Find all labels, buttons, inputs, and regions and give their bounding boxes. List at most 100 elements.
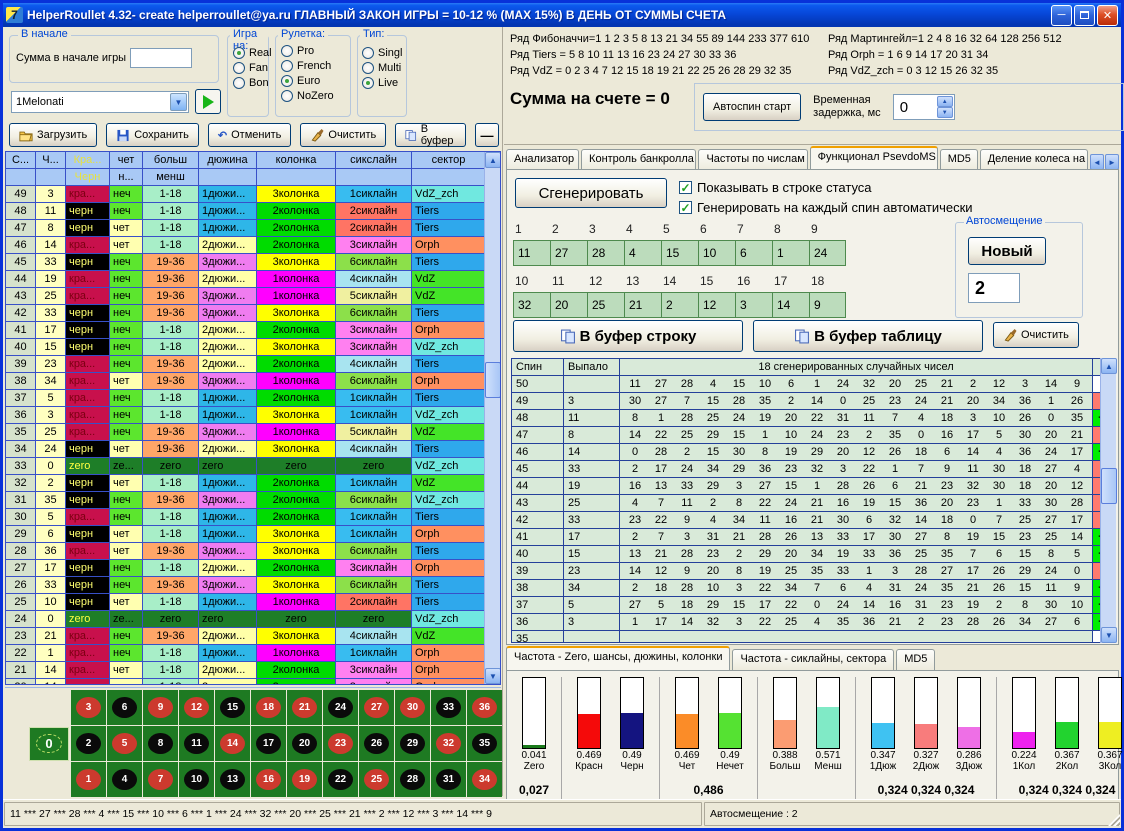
board-cell-20[interactable]: 20	[287, 726, 322, 761]
board-cell-10[interactable]: 10	[179, 762, 214, 797]
buffer-table-button[interactable]: В буфер таблицу	[753, 320, 983, 352]
radio-roulette-euro[interactable]: Euro	[281, 75, 334, 87]
board-cell-16[interactable]: 16	[251, 762, 286, 797]
spin-scroll-thumb[interactable]	[1101, 468, 1117, 504]
scroll-down-icon[interactable]: ▼	[1101, 627, 1117, 643]
parity-cell: неч	[110, 254, 143, 271]
spinner-down-icon[interactable]: ▼	[937, 107, 953, 118]
play-button[interactable]	[195, 89, 221, 114]
board-cell-22[interactable]: 22	[323, 762, 358, 797]
column-cell: 1колонка	[257, 373, 336, 390]
preset-combo[interactable]: 1Melonati ▼	[11, 91, 189, 113]
radio-roulette-nozero[interactable]: NoZero	[281, 90, 334, 102]
freq-tab-частота-zero-шансы-дюжины-колонки[interactable]: Частота - Zero, шансы, дюжины, колонки	[506, 646, 730, 670]
minimize-button[interactable]: ─	[1051, 5, 1072, 26]
board-cell-32[interactable]: 32	[431, 726, 466, 761]
board-cell-36[interactable]: 36	[467, 690, 502, 725]
board-cell-9[interactable]: 9	[143, 690, 178, 725]
board-cell-18[interactable]: 18	[251, 690, 286, 725]
combo-dropdown-icon[interactable]: ▼	[170, 93, 187, 111]
load-button[interactable]: Загрузить	[9, 123, 97, 147]
generate-button[interactable]: Сгенерировать	[515, 178, 667, 208]
board-cell-3[interactable]: 3	[71, 690, 106, 725]
spin-table-scrollbar[interactable]: ▲ ▼	[1100, 358, 1116, 643]
radio-game-on-real[interactable]: Real	[233, 47, 272, 59]
board-cell-34[interactable]: 34	[467, 762, 502, 797]
board-cell-zero[interactable]: 0	[29, 727, 69, 761]
board-cell-24[interactable]: 24	[323, 690, 358, 725]
board-cell-31[interactable]: 31	[431, 762, 466, 797]
history-scroll-thumb[interactable]	[485, 362, 501, 398]
roulette-label: Рулетка:	[278, 28, 328, 40]
board-cell-7[interactable]: 7	[143, 762, 178, 797]
buffer-button[interactable]: В буфер	[395, 123, 466, 147]
autoshift-value-input[interactable]: 2	[968, 273, 1020, 303]
range-cell: 19-36	[143, 356, 199, 373]
board-cell-5[interactable]: 5	[107, 726, 142, 761]
board-cell-17[interactable]: 17	[251, 726, 286, 761]
radio-roulette-pro[interactable]: Pro	[281, 45, 334, 57]
history-scrollbar[interactable]: ▲ ▼	[484, 152, 500, 684]
autospin-button[interactable]: Автоспин старт	[703, 93, 801, 121]
board-cell-33[interactable]: 33	[431, 690, 466, 725]
clear-generated-button[interactable]: Очистить	[993, 322, 1079, 348]
sector-cell: VdZ_zch	[412, 407, 486, 424]
freq-tab-md5[interactable]: MD5	[896, 649, 935, 670]
save-button[interactable]: Сохранить	[106, 123, 199, 147]
board-cell-30[interactable]: 30	[395, 690, 430, 725]
tab-md5[interactable]: MD5	[940, 149, 978, 170]
tab-анализатор[interactable]: Анализатор	[506, 149, 579, 170]
tab-деление-колеса-на[interactable]: Деление колеса на	[980, 149, 1088, 170]
board-cell-6[interactable]: 6	[107, 690, 142, 725]
scroll-up-icon[interactable]: ▲	[1101, 358, 1117, 374]
collapse-button[interactable]: —	[475, 123, 499, 147]
board-cell-14[interactable]: 14	[215, 726, 250, 761]
spinner-up-icon[interactable]: ▲	[937, 96, 953, 107]
tab-scroll-left-icon[interactable]: ◄	[1090, 154, 1104, 170]
start-sum-input[interactable]	[130, 48, 192, 68]
radio-roulette-french[interactable]: French	[281, 60, 334, 72]
radio-game-on-bon[interactable]: Bon	[233, 77, 272, 89]
sixline-cell: 6сиклайн	[336, 305, 412, 322]
column-cell: 3колонка	[257, 526, 336, 543]
board-cell-2[interactable]: 2	[71, 726, 106, 761]
tab-scroll-right-icon[interactable]: ►	[1105, 154, 1119, 170]
buffer-row-button[interactable]: В буфер строку	[513, 320, 743, 352]
board-cell-1[interactable]: 1	[71, 762, 106, 797]
board-cell-28[interactable]: 28	[395, 762, 430, 797]
board-cell-19[interactable]: 19	[287, 762, 322, 797]
checkbox-autogen[interactable]: ✓ Генерировать на каждый спин автоматиче…	[679, 200, 973, 215]
column-cell: 2колонка	[257, 356, 336, 373]
board-cell-29[interactable]: 29	[395, 726, 430, 761]
tab-функционал-psevdoms[interactable]: Функционал PsevdoMS	[810, 146, 938, 170]
delay-spinner[interactable]: 0 ▲▼	[893, 94, 955, 120]
board-cell-23[interactable]: 23	[323, 726, 358, 761]
clear-button[interactable]: Очистить	[300, 123, 386, 147]
radio-type-live[interactable]: Live	[362, 77, 402, 89]
radio-type-multi[interactable]: Multi	[362, 62, 402, 74]
undo-button[interactable]: ↶ Отменить	[208, 123, 291, 147]
board-cell-12[interactable]: 12	[179, 690, 214, 725]
number-chip: 33	[436, 697, 461, 718]
board-cell-26[interactable]: 26	[359, 726, 394, 761]
scroll-down-icon[interactable]: ▼	[485, 668, 501, 684]
board-cell-15[interactable]: 15	[215, 690, 250, 725]
tab-контроль-банкролла[interactable]: Контроль банкролла	[581, 149, 696, 170]
tab-частоты-по-числам[interactable]: Частоты по числам	[698, 149, 807, 170]
freq-tab-частота-сиклайны-сектора[interactable]: Частота - сиклайны, сектора	[732, 649, 894, 670]
board-cell-35[interactable]: 35	[467, 726, 502, 761]
board-cell-11[interactable]: 11	[179, 726, 214, 761]
board-cell-8[interactable]: 8	[143, 726, 178, 761]
autoshift-new-button[interactable]: Новый	[968, 237, 1046, 265]
radio-type-singl[interactable]: Singl	[362, 47, 402, 59]
board-cell-25[interactable]: 25	[359, 762, 394, 797]
board-cell-13[interactable]: 13	[215, 762, 250, 797]
board-cell-4[interactable]: 4	[107, 762, 142, 797]
scroll-up-icon[interactable]: ▲	[485, 152, 501, 168]
radio-game-on-fan[interactable]: Fan	[233, 62, 272, 74]
maximize-button[interactable]	[1074, 5, 1095, 26]
checkbox-show-status[interactable]: ✓ Показывать в строке статуса	[679, 180, 872, 195]
board-cell-21[interactable]: 21	[287, 690, 322, 725]
board-cell-27[interactable]: 27	[359, 690, 394, 725]
close-button[interactable]: ✕	[1097, 5, 1118, 26]
